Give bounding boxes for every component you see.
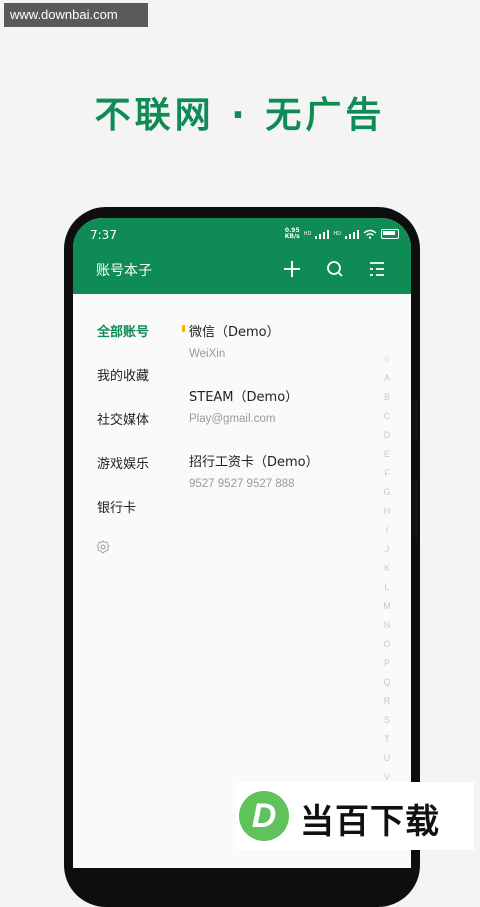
plus-icon[interactable] xyxy=(281,258,303,280)
phone-side-button xyxy=(415,400,418,438)
hd-label: HD xyxy=(303,231,312,237)
index-letter: G xyxy=(383,487,391,497)
entry-subtitle: 9527 9527 9527 888 xyxy=(189,478,295,490)
app-bar: 7:37 0.95 KB/s HD HD 账号本子 xyxy=(73,218,411,294)
sidebar-item-all[interactable]: 全部账号 xyxy=(97,321,149,340)
menu-list-icon[interactable] xyxy=(366,258,388,280)
index-letter: P xyxy=(383,658,390,668)
signal-icon xyxy=(315,229,330,239)
app-title: 账号本子 xyxy=(96,263,152,279)
index-letter: H xyxy=(383,506,391,516)
battery-icon xyxy=(381,229,399,239)
index-letter: O xyxy=(383,639,391,649)
phone-side-button xyxy=(415,482,418,538)
index-letter: I xyxy=(385,525,389,535)
index-letter: U xyxy=(383,753,391,763)
status-time: 7:37 xyxy=(90,228,117,242)
site-logo: D 当百下载 xyxy=(236,782,474,850)
gear-icon[interactable] xyxy=(96,540,110,554)
index-letter: S xyxy=(383,715,390,725)
index-letter: D xyxy=(383,430,391,440)
index-letter: J xyxy=(384,544,390,554)
index-letter: T xyxy=(384,734,390,744)
category-sidebar: 全部账号 我的收藏 社交媒体 游戏娱乐 银行卡 xyxy=(73,294,173,868)
sidebar-item-bank[interactable]: 银行卡 xyxy=(97,497,136,516)
index-letter: R xyxy=(383,696,391,706)
sidebar-item-games[interactable]: 游戏娱乐 xyxy=(97,453,149,472)
wifi-icon xyxy=(363,229,377,239)
network-speed: 0.95 KB/s xyxy=(284,227,300,240)
entry-name: 微信（Demo） xyxy=(189,325,280,340)
index-letter: K xyxy=(383,563,390,573)
list-item[interactable]: 微信（Demo） WeiXin xyxy=(189,321,389,360)
index-letter: E xyxy=(383,449,390,459)
logo-mark: D xyxy=(239,791,289,841)
index-letter: Q xyxy=(383,677,391,687)
logo-text: 当百下载 xyxy=(300,802,440,842)
entry-subtitle: WeiXin xyxy=(189,348,226,360)
signal-icon xyxy=(345,229,359,239)
index-letter: ☆ xyxy=(382,354,392,364)
index-letter: F xyxy=(384,468,390,478)
search-icon[interactable] xyxy=(324,258,346,280)
entry-subtitle: Play@gmail.com xyxy=(189,413,276,425)
alphabet-index[interactable]: ☆ A B C D E F G H I J K L M N O P Q R S … xyxy=(379,354,395,791)
list-item[interactable]: STEAM（Demo） Play@gmail.com xyxy=(189,386,389,425)
active-marker xyxy=(182,325,185,332)
phone-screen: 7:37 0.95 KB/s HD HD 账号本子 全部账号 我的收藏 社交媒体… xyxy=(73,218,411,868)
watermark-url: www.downbai.com xyxy=(4,3,148,27)
sidebar-item-social[interactable]: 社交媒体 xyxy=(97,409,149,428)
list-item[interactable]: 招行工资卡（Demo） 9527 9527 9527 888 xyxy=(189,451,389,490)
hd-label: HD xyxy=(333,231,341,237)
index-letter: A xyxy=(383,373,390,383)
index-letter: N xyxy=(383,620,391,630)
entry-name: STEAM（Demo） xyxy=(189,390,299,405)
index-letter: C xyxy=(383,411,391,421)
index-letter: B xyxy=(383,392,390,402)
index-letter: L xyxy=(384,582,390,592)
entry-name: 招行工资卡（Demo） xyxy=(189,455,319,470)
index-letter: M xyxy=(383,601,391,611)
promo-headline: 不联网 · 无广告 xyxy=(94,95,386,136)
status-icons: 0.95 KB/s HD HD xyxy=(285,228,399,240)
sidebar-item-favorites[interactable]: 我的收藏 xyxy=(97,365,149,384)
